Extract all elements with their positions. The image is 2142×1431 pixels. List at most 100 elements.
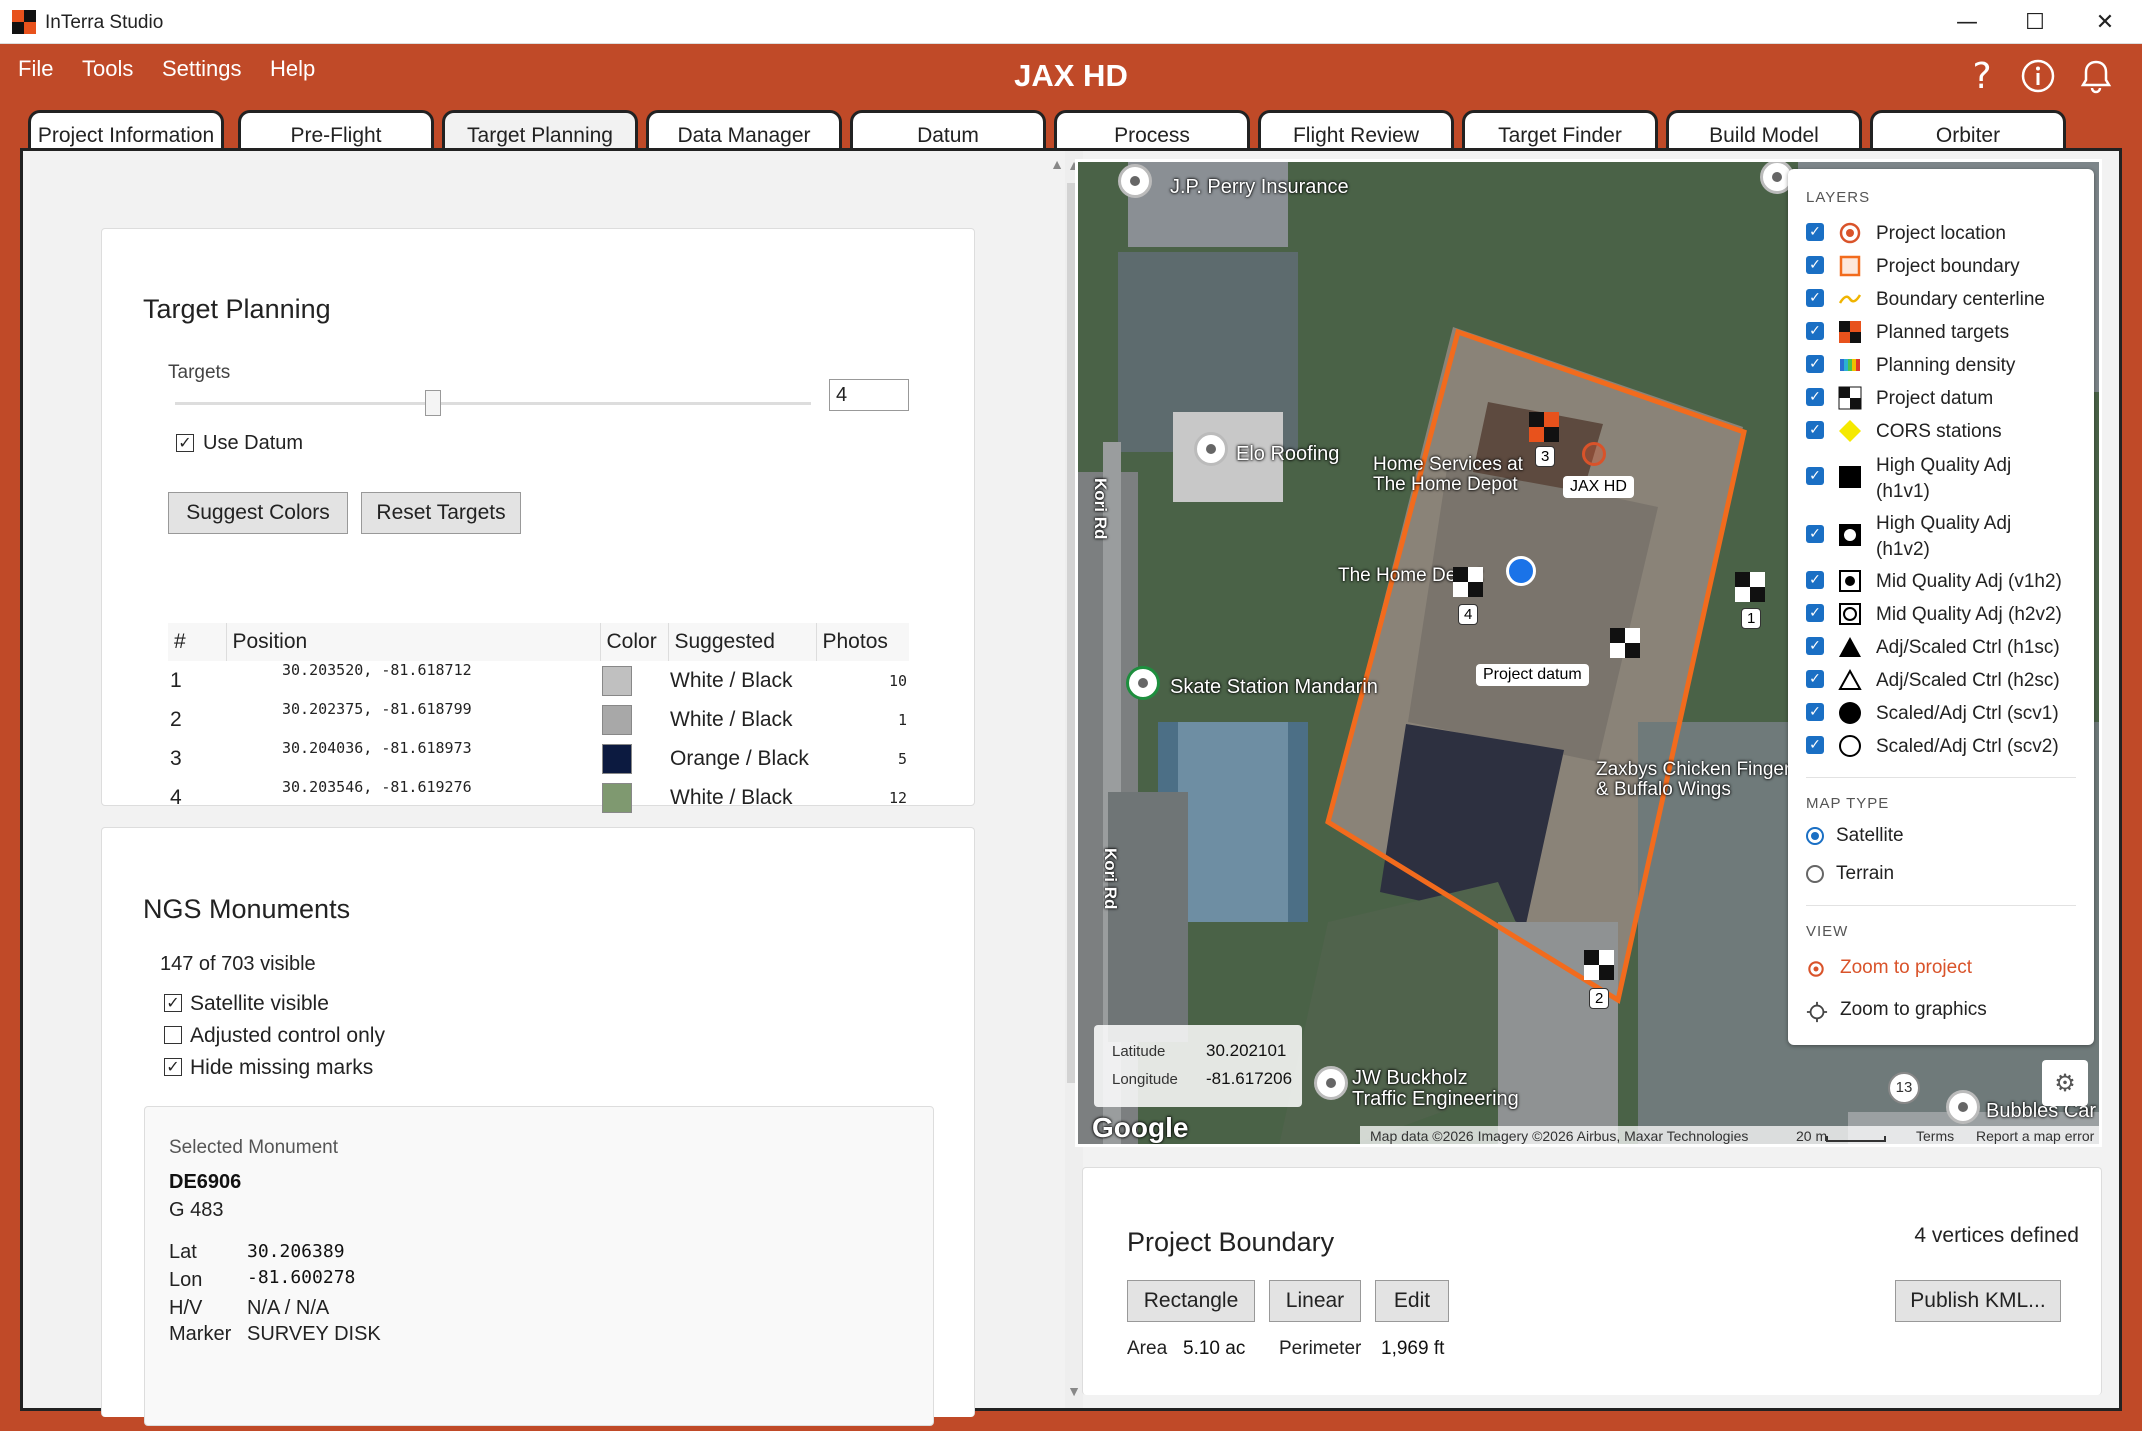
google-logo: Google	[1092, 1112, 1189, 1143]
terrain-radio[interactable]	[1806, 865, 1824, 883]
zoom-to-graphics-link[interactable]: Zoom to graphics	[1840, 999, 1987, 1021]
place-pin-icon[interactable]	[1946, 1090, 1980, 1124]
layer-hq-h1v1[interactable]: ✓ High Quality Adj (h1v1)	[1806, 453, 2086, 505]
table-row[interactable]: 2 30.202375, -81.618799 White / Black 1	[168, 700, 909, 739]
targets-count-input[interactable]: 4	[829, 379, 909, 411]
reset-targets-button[interactable]: Reset Targets	[361, 492, 521, 534]
help-icon[interactable]: ?	[1962, 56, 2002, 97]
rectangle-button[interactable]: Rectangle	[1127, 1280, 1255, 1322]
row-position: 30.202375, -81.618799	[282, 700, 472, 718]
targets-slider-track[interactable]	[175, 402, 811, 405]
map-scale-bar	[1826, 1136, 1886, 1142]
info-icon[interactable]	[2018, 56, 2058, 96]
square-dot-icon	[1839, 570, 1861, 592]
checkbox-icon[interactable]: ✓	[1806, 571, 1824, 589]
satellite-radio[interactable]	[1806, 827, 1824, 845]
satellite-visible-checkbox[interactable]: ✓	[164, 994, 182, 1012]
target-icon	[1808, 961, 1824, 977]
place-pin-icon[interactable]	[1118, 164, 1152, 198]
checkbox-icon[interactable]: ✓	[1806, 703, 1824, 721]
row-position: 30.203520, -81.618712	[282, 661, 472, 679]
project-datum-marker[interactable]	[1610, 628, 1640, 658]
right-scroll-up-icon[interactable]: ▲	[1047, 156, 1067, 172]
close-button[interactable]: ✕	[2074, 4, 2136, 40]
checkbox-icon[interactable]: ✓	[1806, 256, 1824, 274]
terms-link[interactable]: Terms	[1916, 1128, 1954, 1144]
lon-label: Lon	[169, 1269, 203, 1291]
shopping-bag-icon[interactable]	[1506, 556, 1536, 586]
cors-diamond-icon	[1839, 420, 1861, 442]
place-pin-icon[interactable]	[1314, 1066, 1348, 1100]
adjusted-only-label: Adjusted control only	[190, 1024, 385, 1047]
menu-settings[interactable]: Settings	[162, 56, 242, 82]
project-location-icon[interactable]	[1582, 442, 1606, 466]
maximize-button[interactable]: ☐	[2004, 4, 2066, 40]
target-marker-1[interactable]	[1735, 572, 1765, 602]
fit-graphics-icon	[1806, 1001, 1828, 1023]
table-row[interactable]: 4 30.203546, -81.619276 White / Black 12	[168, 778, 909, 817]
color-swatch	[602, 704, 632, 735]
targets-slider-thumb[interactable]	[424, 390, 441, 416]
edit-button[interactable]: Edit	[1375, 1280, 1449, 1322]
project-title: JAX HD	[1014, 58, 1128, 93]
checkbox-icon[interactable]: ✓	[1806, 525, 1824, 543]
row-color	[600, 778, 668, 817]
col-position: Position	[226, 623, 601, 661]
table-row[interactable]: 1 30.203520, -81.618712 White / Black 10	[168, 661, 909, 700]
checkbox-icon[interactable]: ✓	[1806, 388, 1824, 406]
checkbox-icon[interactable]: ✓	[1806, 289, 1824, 307]
target-marker-4[interactable]	[1453, 567, 1483, 597]
checkbox-icon[interactable]: ✓	[1806, 421, 1824, 439]
bell-icon[interactable]	[2076, 56, 2116, 96]
targets-table: # Position Color Suggested Photos 1 30.20…	[168, 623, 909, 817]
checkbox-icon[interactable]: ✓	[1806, 637, 1824, 655]
checkbox-icon[interactable]: ✓	[1806, 467, 1824, 485]
scroll-down-icon[interactable]: ▼	[1065, 1383, 1083, 1399]
target-planning-title: Target Planning	[143, 294, 331, 324]
adjusted-only-checkbox[interactable]	[164, 1026, 182, 1044]
table-row[interactable]: 3 30.204036, -81.618973 Orange / Black 5	[168, 739, 909, 778]
gear-icon[interactable]: ⚙	[2042, 1060, 2088, 1106]
target-marker-3[interactable]	[1529, 412, 1559, 442]
layer-hq-h1v2[interactable]: ✓ High Quality Adj (h1v2)	[1806, 511, 2086, 563]
linear-button[interactable]: Linear	[1269, 1280, 1361, 1322]
row-photos: 12	[888, 788, 907, 807]
use-datum-checkbox[interactable]: ✓	[176, 434, 194, 452]
place-pin-icon[interactable]	[1126, 666, 1160, 700]
checkbox-icon[interactable]: ✓	[1806, 355, 1824, 373]
hv-value: N/A / N/A	[247, 1297, 330, 1319]
row-color	[600, 661, 668, 700]
minimize-button[interactable]: —	[1936, 4, 1998, 40]
checkbox-icon[interactable]: ✓	[1806, 736, 1824, 754]
menu-file[interactable]: File	[18, 56, 53, 82]
hide-missing-checkbox[interactable]: ✓	[164, 1058, 182, 1076]
map-label-jp-perry: J.P. Perry Insurance	[1170, 176, 1349, 198]
zoom-to-project-link[interactable]: Zoom to project	[1840, 957, 1972, 979]
selected-monument-title: Selected Monument	[169, 1137, 338, 1158]
report-error-link[interactable]: Report a map error	[1976, 1128, 2094, 1144]
row-number: 4	[170, 785, 182, 809]
project-datum-tag: Project datum	[1476, 664, 1589, 686]
area-value: 5.10 ac	[1183, 1338, 1246, 1359]
target-marker-2[interactable]	[1584, 950, 1614, 980]
checkbox-icon[interactable]: ✓	[1806, 604, 1824, 622]
coordinate-readout: Latitude 30.202101 Longitude -81.617206	[1094, 1025, 1302, 1107]
boundary-square-icon	[1839, 255, 1861, 277]
target-tag-4: 4	[1458, 604, 1479, 625]
map-label-elo-roofing: Elo Roofing	[1236, 443, 1340, 465]
checkbox-icon[interactable]: ✓	[1806, 322, 1824, 340]
target-tag-2: 2	[1589, 988, 1610, 1009]
menu-help[interactable]: Help	[270, 56, 315, 82]
checkbox-icon[interactable]: ✓	[1806, 670, 1824, 688]
tab-bar: Project Information Pre-Flight Target Pl…	[0, 104, 2142, 156]
suggest-colors-button[interactable]: Suggest Colors	[168, 492, 348, 534]
place-pin-icon[interactable]	[1194, 432, 1228, 466]
checkbox-icon[interactable]: ✓	[1806, 223, 1824, 241]
map-label-skate-station: Skate Station Mandarin	[1170, 676, 1378, 698]
longitude-label: Longitude	[1112, 1071, 1178, 1088]
publish-kml-button[interactable]: Publish KML...	[1895, 1280, 2061, 1322]
menu-tools[interactable]: Tools	[82, 56, 133, 82]
square-circle-icon	[1839, 603, 1861, 625]
project-location-icon	[1839, 222, 1861, 244]
row-photos: 5	[897, 749, 907, 768]
